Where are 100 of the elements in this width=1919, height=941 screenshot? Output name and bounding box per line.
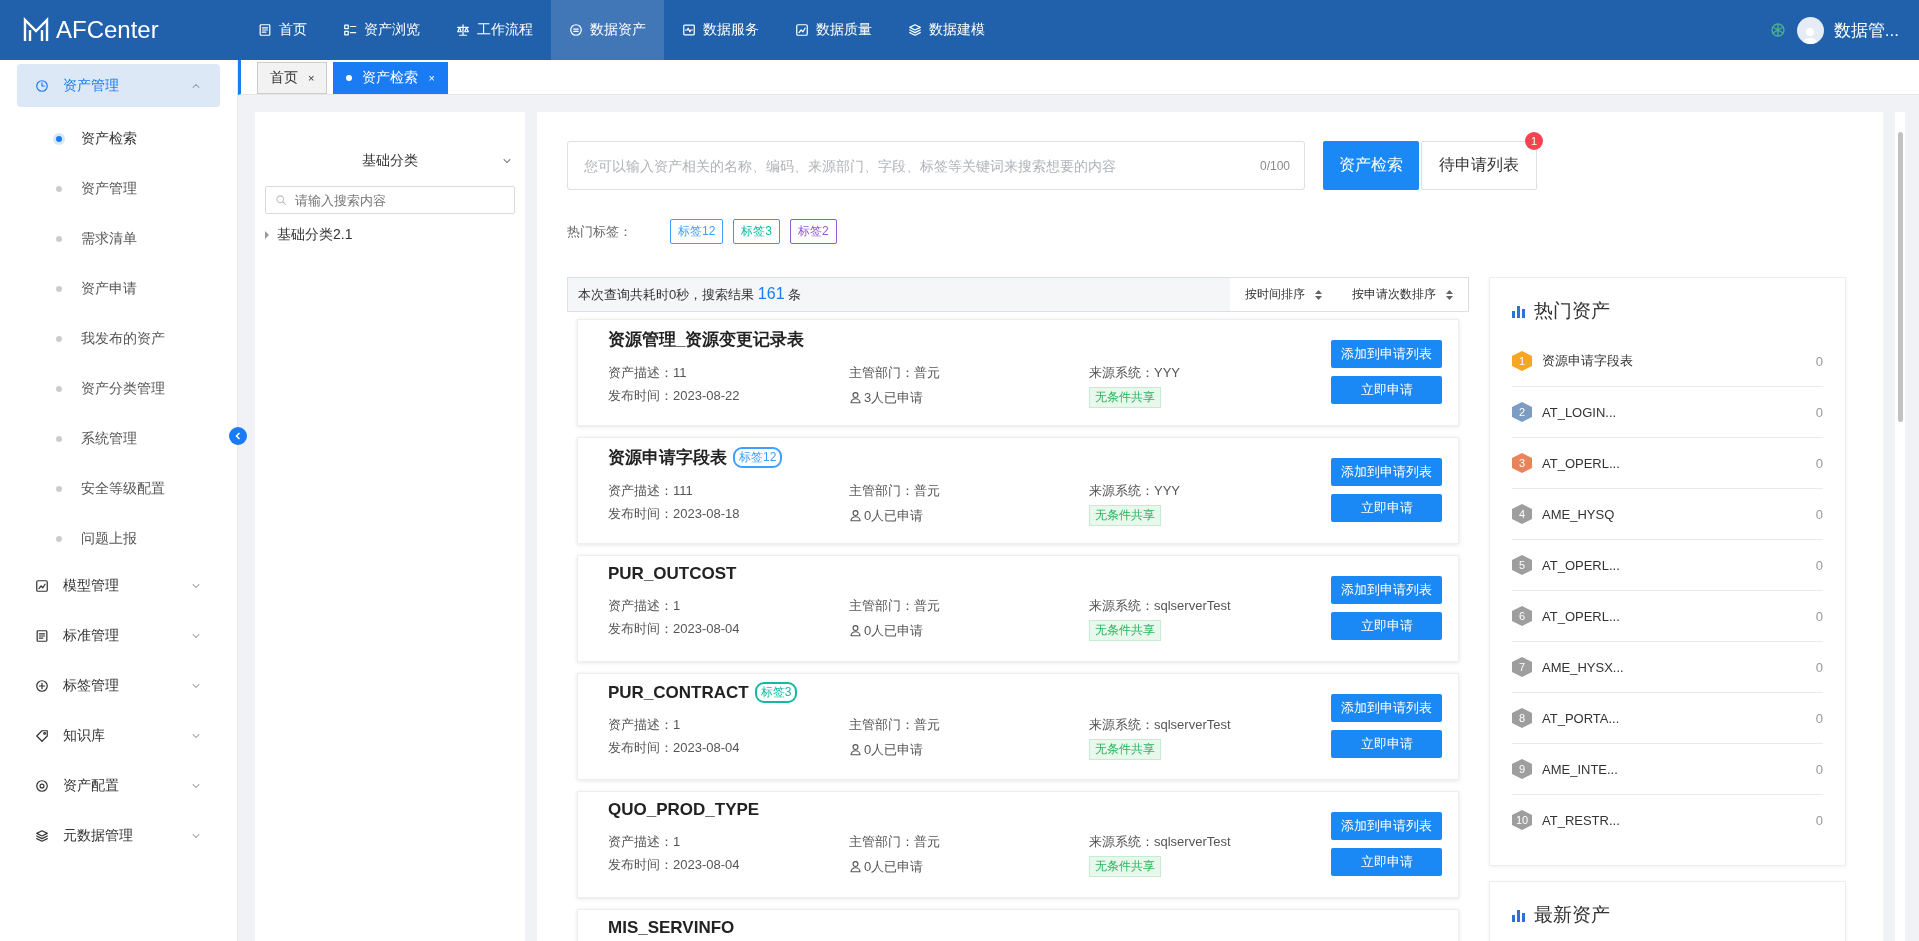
asset-source: 来源系统：YYY — [1089, 482, 1181, 500]
asset-department: 主管部门：普元 — [849, 597, 941, 615]
asset-source: 来源系统：YYY — [1089, 364, 1181, 382]
ranking-row[interactable]: 6 AT_OPERL... 0 — [1512, 591, 1823, 642]
add-to-list-button[interactable]: 添加到申请列表 — [1331, 693, 1442, 722]
add-to-list-button[interactable]: 添加到申请列表 — [1331, 575, 1442, 604]
sidebar-item[interactable]: 资产分类管理 — [0, 364, 237, 414]
ranking-row[interactable]: 7 AME_HYSX... 0 — [1512, 642, 1823, 693]
nav-item[interactable]: 数据质量 — [777, 0, 890, 60]
ranking-row[interactable]: 4 AME_HYSQ 0 — [1512, 489, 1823, 540]
scrollbar[interactable] — [1895, 112, 1905, 941]
sort-button[interactable]: 按时间排序 — [1230, 278, 1337, 311]
apply-button[interactable]: 立即申请 — [1331, 611, 1442, 640]
ranking-row[interactable]: 5 AT_OPERL... 0 — [1512, 540, 1823, 591]
asset-department: 主管部门：普元 — [849, 482, 941, 500]
sidebar-item[interactable]: 资产申请 — [0, 264, 237, 314]
apply-button[interactable]: 立即申请 — [1331, 375, 1442, 404]
applicant-count: 0人已申请 — [864, 621, 924, 640]
share-label: 无条件共享 — [1089, 856, 1161, 877]
asset-title[interactable]: PUR_OUTCOST — [608, 564, 737, 584]
asset-title[interactable]: MIS_SERVINFO — [608, 918, 735, 938]
nav-item[interactable]: 首页 — [240, 0, 325, 60]
page-tab[interactable]: 首页 × — [257, 62, 328, 94]
asset-title[interactable]: PUR_CONTRACT — [608, 682, 749, 703]
applicant-count: 0人已申请 — [864, 506, 924, 525]
person-icon — [849, 860, 862, 873]
collapse-button[interactable] — [229, 427, 247, 445]
tree-node[interactable]: 基础分类2.1 — [265, 226, 515, 244]
asset-source: 来源系统：sqlserverTest — [1089, 716, 1232, 734]
sort-button[interactable]: 按申请次数排序 — [1337, 278, 1468, 311]
apply-count: 0 — [1815, 455, 1823, 471]
apply-button[interactable]: 立即申请 — [1331, 729, 1442, 758]
search-input[interactable]: 您可以输入资产相关的名称、编码、来源部门、字段、标签等关键词来搜索想要的内容 0/100 — [567, 141, 1305, 190]
sidebar-group[interactable]: 资产配置 — [17, 764, 220, 807]
target-icon — [35, 778, 49, 793]
sidebar-item[interactable]: 系统管理 — [0, 414, 237, 464]
user-name[interactable]: 数据管... — [1833, 18, 1899, 42]
add-to-list-button[interactable]: 添加到申请列表 — [1331, 457, 1442, 486]
add-to-list-button[interactable]: 添加到申请列表 — [1331, 811, 1442, 840]
sidebar-item[interactable]: 资产检索 — [0, 114, 237, 164]
apply-button[interactable]: 立即申请 — [1331, 493, 1442, 522]
layers-icon — [908, 23, 922, 37]
sidebar-item[interactable]: 安全等级配置 — [0, 464, 237, 514]
ranking-row[interactable]: 2 AT_LOGIN... 0 — [1512, 387, 1823, 438]
apply-count: 0 — [1815, 353, 1823, 369]
card-title: 热门资产 — [1534, 299, 1610, 323]
asset-title[interactable]: 资源管理_资源变更记录表 — [608, 328, 805, 351]
asset-name: AME_HYSQ — [1542, 506, 1615, 522]
nav-item[interactable]: 资产浏览 — [325, 0, 438, 60]
apply-count: 0 — [1815, 710, 1823, 726]
asset-name: AME_HYSX... — [1542, 659, 1624, 675]
chart-icon — [35, 578, 49, 593]
ranking-row[interactable]: 9 AME_INTE... 0 — [1512, 744, 1823, 795]
nav-item[interactable]: 数据资产 — [551, 0, 664, 60]
ranking-row[interactable]: 8 AT_PORTA... 0 — [1512, 693, 1823, 744]
nav-item[interactable]: 工作流程 — [438, 0, 551, 60]
sidebar-group[interactable]: 模型管理 — [17, 564, 220, 607]
apply-button[interactable]: 立即申请 — [1331, 847, 1442, 876]
rank-badge: 4 — [1512, 504, 1532, 524]
person-icon — [849, 391, 862, 404]
add-to-list-button[interactable]: 添加到申请列表 — [1331, 339, 1442, 368]
document-icon — [258, 23, 272, 37]
search-field[interactable]: 请输入搜索内容 — [265, 186, 515, 214]
nav-item[interactable]: 数据服务 — [664, 0, 777, 60]
sort-icon — [1446, 289, 1453, 300]
ranking-row[interactable]: 3 AT_OPERL... 0 — [1512, 438, 1823, 489]
expand-arrow-icon[interactable] — [265, 231, 269, 239]
rank-badge: 7 — [1512, 657, 1532, 677]
asset-title[interactable]: 资源申请字段表 — [608, 446, 727, 469]
avatar[interactable] — [1796, 16, 1824, 44]
sidebar-item[interactable]: 需求清单 — [0, 214, 237, 264]
chart-icon — [795, 23, 809, 37]
sidebar-group[interactable]: 标准管理 — [17, 614, 220, 657]
sidebar-item[interactable]: 我发布的资产 — [0, 314, 237, 364]
person-icon — [849, 624, 862, 637]
asset-name: AME_INTE... — [1542, 761, 1618, 777]
asset-name: AT_LOGIN... — [1542, 404, 1617, 420]
search-button[interactable]: 资产检索 — [1323, 141, 1419, 190]
ranking-row[interactable]: 1 资源申请字段表 0 — [1512, 336, 1823, 387]
applicant-count: 0人已申请 — [864, 740, 924, 759]
asset-name: AT_OPERL... — [1542, 455, 1620, 471]
publish-date: 发布时间：2023-08-18 — [608, 505, 741, 523]
ranking-row[interactable]: 10 AT_RESTR... 0 — [1512, 795, 1823, 845]
share-label: 无条件共享 — [1089, 620, 1161, 641]
asset-title[interactable]: QUO_PROD_TYPE — [608, 800, 760, 820]
nav-item[interactable]: 数据建模 — [890, 0, 1003, 60]
page-tab[interactable]: 资产检索 × — [333, 62, 448, 94]
sidebar-group[interactable]: 知识库 — [17, 714, 220, 757]
sidebar-group[interactable]: 标签管理 — [17, 664, 220, 707]
sidebar-group[interactable]: 元数据管理 — [17, 814, 220, 857]
document-icon — [35, 628, 49, 643]
sidebar-item[interactable]: 问题上报 — [0, 514, 237, 564]
sidebar-item[interactable]: 资产管理 — [0, 164, 237, 214]
tag-chip: 标签3 — [754, 682, 798, 703]
layers-icon — [35, 828, 49, 843]
publish-date: 发布时间：2023-08-04 — [608, 620, 741, 638]
bar-chart-icon — [1512, 304, 1526, 318]
scale-icon — [456, 23, 470, 37]
tag-chip[interactable]: 标签2 — [790, 219, 837, 244]
logo-icon — [22, 17, 50, 43]
